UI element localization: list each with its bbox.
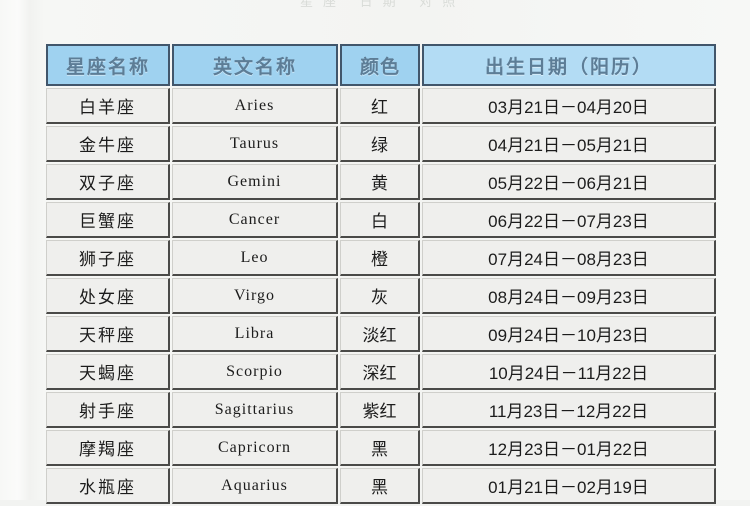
cell-color-value: 红 — [340, 88, 420, 124]
table-row: 水瓶座 Aquarius 黑 01月21日－02月19日 — [46, 468, 716, 504]
cell-color-value: 绿 — [340, 126, 420, 162]
cell-birth-date: 09月24日－10月23日 — [422, 316, 716, 352]
cell-zodiac-name: 狮子座 — [46, 240, 170, 276]
column-header-birth-date: 出生日期（阳历） — [422, 44, 716, 86]
cell-color-value: 淡红 — [340, 316, 420, 352]
cell-birth-date: 12月23日－01月22日 — [422, 430, 716, 466]
cell-zodiac-name: 白羊座 — [46, 88, 170, 124]
column-header-english-name: 英文名称 — [172, 44, 338, 86]
cell-color-value: 黄 — [340, 164, 420, 200]
table-row: 天秤座 Libra 淡红 09月24日－10月23日 — [46, 316, 716, 352]
cell-color-value: 黑 — [340, 430, 420, 466]
cell-birth-date: 03月21日－04月20日 — [422, 88, 716, 124]
cell-birth-date: 05月22日－06月21日 — [422, 164, 716, 200]
cell-color-value: 白 — [340, 202, 420, 238]
cell-color-value: 深红 — [340, 354, 420, 390]
cell-english-name: Aquarius — [172, 468, 338, 504]
cell-zodiac-name: 巨蟹座 — [46, 202, 170, 238]
cell-zodiac-name: 摩羯座 — [46, 430, 170, 466]
cell-color-value: 灰 — [340, 278, 420, 314]
table-row: 金牛座 Taurus 绿 04月21日－05月21日 — [46, 126, 716, 162]
zodiac-table-container: 星座名称 英文名称 颜色 出生日期（阳历） 白羊座 Aries 红 03月21日－04… — [44, 42, 716, 506]
cell-zodiac-name: 水瓶座 — [46, 468, 170, 504]
cell-birth-date: 07月24日－08月23日 — [422, 240, 716, 276]
cell-english-name: Aries — [172, 88, 338, 124]
cell-zodiac-name: 射手座 — [46, 392, 170, 428]
table-row: 摩羯座 Capricorn 黑 12月23日－01月22日 — [46, 430, 716, 466]
cell-birth-date: 04月21日－05月21日 — [422, 126, 716, 162]
table-row: 巨蟹座 Cancer 白 06月22日－07月23日 — [46, 202, 716, 238]
table-body: 白羊座 Aries 红 03月21日－04月20日 金牛座 Taurus 绿 04月21日－0… — [46, 88, 716, 504]
cell-english-name: Cancer — [172, 202, 338, 238]
cell-color-value: 紫红 — [340, 392, 420, 428]
table-header: 星座名称 英文名称 颜色 出生日期（阳历） — [46, 44, 716, 86]
cell-color-value: 黑 — [340, 468, 420, 504]
table-row: 双子座 Gemini 黄 05月22日－06月21日 — [46, 164, 716, 200]
cell-zodiac-name: 处女座 — [46, 278, 170, 314]
cell-english-name: Taurus — [172, 126, 338, 162]
top-faint-text: 星座 日期 对照 — [300, 0, 466, 9]
cell-zodiac-name: 金牛座 — [46, 126, 170, 162]
cell-color-value: 橙 — [340, 240, 420, 276]
cell-english-name: Capricorn — [172, 430, 338, 466]
cell-zodiac-name: 天蝎座 — [46, 354, 170, 390]
table-row: 天蝎座 Scorpio 深红 10月24日－11月22日 — [46, 354, 716, 390]
table-row: 白羊座 Aries 红 03月21日－04月20日 — [46, 88, 716, 124]
cell-birth-date: 11月23日－12月22日 — [422, 392, 716, 428]
cell-zodiac-name: 天秤座 — [46, 316, 170, 352]
cell-birth-date: 01月21日－02月19日 — [422, 468, 716, 504]
cell-zodiac-name: 双子座 — [46, 164, 170, 200]
cell-birth-date: 06月22日－07月23日 — [422, 202, 716, 238]
table-row: 处女座 Virgo 灰 08月24日－09月23日 — [46, 278, 716, 314]
cell-english-name: Libra — [172, 316, 338, 352]
cell-english-name: Virgo — [172, 278, 338, 314]
table-row: 射手座 Sagittarius 紫红 11月23日－12月22日 — [46, 392, 716, 428]
cell-english-name: Gemini — [172, 164, 338, 200]
table-row: 狮子座 Leo 橙 07月24日－08月23日 — [46, 240, 716, 276]
top-cropped-text-strip: 星座 日期 对照 — [0, 0, 750, 22]
cell-birth-date: 08月24日－09月23日 — [422, 278, 716, 314]
column-header-zodiac-name: 星座名称 — [46, 44, 170, 86]
cell-birth-date: 10月24日－11月22日 — [422, 354, 716, 390]
cell-english-name: Sagittarius — [172, 392, 338, 428]
cell-english-name: Leo — [172, 240, 338, 276]
table-header-row: 星座名称 英文名称 颜色 出生日期（阳历） — [46, 44, 716, 86]
column-header-color: 颜色 — [340, 44, 420, 86]
zodiac-table: 星座名称 英文名称 颜色 出生日期（阳历） 白羊座 Aries 红 03月21日－04… — [44, 42, 718, 506]
cell-english-name: Scorpio — [172, 354, 338, 390]
